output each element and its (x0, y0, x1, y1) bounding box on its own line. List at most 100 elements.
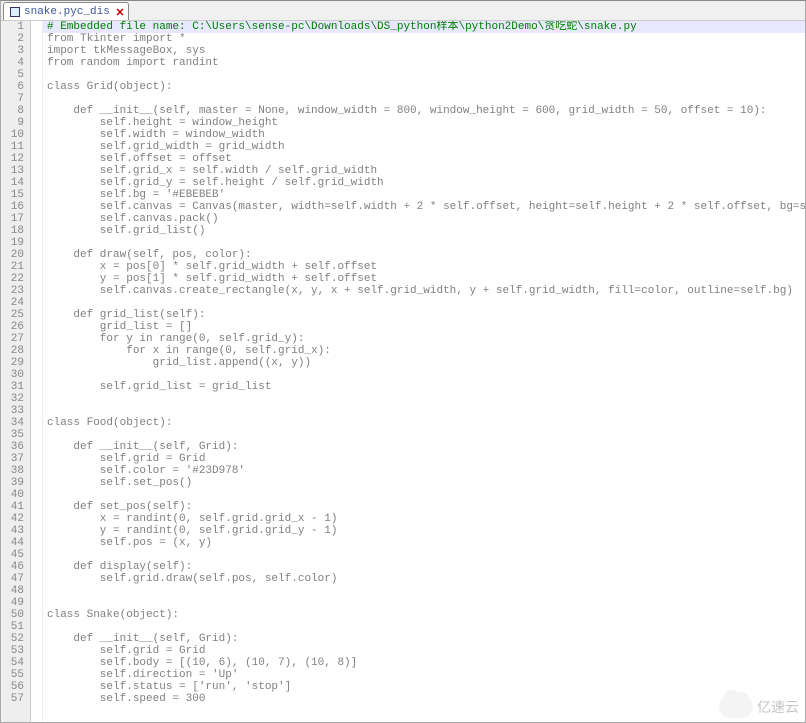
code-line[interactable] (43, 237, 805, 249)
code-line[interactable]: def grid_list(self): (43, 309, 805, 321)
fold-marker (31, 33, 42, 45)
code-line[interactable]: self.direction = 'Up' (43, 669, 805, 681)
fold-marker (31, 117, 42, 129)
code-line[interactable] (43, 69, 805, 81)
code-line[interactable]: from Tkinter import * (43, 33, 805, 45)
line-number: 49 (1, 597, 26, 609)
code-line[interactable]: # Embedded file name: C:\Users\sense-pc\… (43, 21, 805, 33)
code-line[interactable] (43, 393, 805, 405)
code-line[interactable]: import tkMessageBox, sys (43, 45, 805, 57)
line-number: 27 (1, 333, 26, 345)
code-line[interactable] (43, 597, 805, 609)
fold-marker (31, 189, 42, 201)
code-line[interactable]: self.width = window_width (43, 129, 805, 141)
code-line[interactable]: self.grid_list = grid_list (43, 381, 805, 393)
code-line[interactable] (43, 369, 805, 381)
fold-marker (31, 513, 42, 525)
code-line[interactable]: self.bg = '#EBEBEB' (43, 189, 805, 201)
line-number: 18 (1, 225, 26, 237)
code-line[interactable] (43, 489, 805, 501)
line-number: 38 (1, 465, 26, 477)
fold-marker (31, 225, 42, 237)
fold-marker (31, 141, 42, 153)
line-number: 13 (1, 165, 26, 177)
code-line[interactable] (43, 621, 805, 633)
code-line[interactable]: self.pos = (x, y) (43, 537, 805, 549)
line-number: 56 (1, 681, 26, 693)
code-line[interactable]: def __init__(self, Grid): (43, 633, 805, 645)
fold-marker (31, 249, 42, 261)
code-line[interactable]: x = pos[0] * self.grid_width + self.offs… (43, 261, 805, 273)
code-line[interactable]: from random import randint (43, 57, 805, 69)
code-line[interactable] (43, 585, 805, 597)
code-area[interactable]: # Embedded file name: C:\Users\sense-pc\… (43, 21, 805, 722)
code-line[interactable] (43, 429, 805, 441)
code-line[interactable]: def __init__(self, master = None, window… (43, 105, 805, 117)
fold-marker (31, 105, 42, 117)
code-line[interactable]: class Grid(object): (43, 81, 805, 93)
code-line[interactable]: grid_list = [] (43, 321, 805, 333)
code-line[interactable]: self.canvas = Canvas(master, width=self.… (43, 201, 805, 213)
fold-marker (31, 237, 42, 249)
code-line[interactable]: self.offset = offset (43, 153, 805, 165)
line-number: 15 (1, 189, 26, 201)
fold-marker (31, 345, 42, 357)
fold-marker (31, 441, 42, 453)
code-line[interactable] (43, 93, 805, 105)
code-line[interactable]: for y in range(0, self.grid_y): (43, 333, 805, 345)
line-number: 52 (1, 633, 26, 645)
code-line[interactable]: self.speed = 300 (43, 693, 805, 705)
code-line[interactable]: self.grid.draw(self.pos, self.color) (43, 573, 805, 585)
code-line[interactable]: self.status = ['run', 'stop'] (43, 681, 805, 693)
code-line[interactable]: y = pos[1] * self.grid_width + self.offs… (43, 273, 805, 285)
code-line[interactable] (43, 405, 805, 417)
fold-marker (31, 489, 42, 501)
code-line[interactable]: self.canvas.create_rectangle(x, y, x + s… (43, 285, 805, 297)
line-number: 48 (1, 585, 26, 597)
code-line[interactable]: self.grid = Grid (43, 645, 805, 657)
fold-marker (31, 621, 42, 633)
line-number: 40 (1, 489, 26, 501)
code-line[interactable]: def draw(self, pos, color): (43, 249, 805, 261)
code-line[interactable]: grid_list.append((x, y)) (43, 357, 805, 369)
code-line[interactable]: class Food(object): (43, 417, 805, 429)
code-line[interactable]: def set_pos(self): (43, 501, 805, 513)
code-line[interactable]: self.set_pos() (43, 477, 805, 489)
code-line[interactable]: self.grid = Grid (43, 453, 805, 465)
code-line[interactable]: self.body = [(10, 6), (10, 7), (10, 8)] (43, 657, 805, 669)
line-number: 44 (1, 537, 26, 549)
code-line[interactable]: for x in range(0, self.grid_x): (43, 345, 805, 357)
fold-marker (31, 537, 42, 549)
code-line[interactable]: y = randint(0, self.grid.grid_y - 1) (43, 525, 805, 537)
line-number: 28 (1, 345, 26, 357)
code-editor[interactable]: 1234567891011121314151617181920212223242… (1, 21, 805, 722)
fold-marker (31, 81, 42, 93)
code-line[interactable]: class Snake(object): (43, 609, 805, 621)
line-number: 36 (1, 441, 26, 453)
fold-marker (31, 501, 42, 513)
file-tab[interactable]: snake.pyc_dis (3, 2, 129, 20)
file-icon (10, 7, 20, 17)
code-line[interactable]: x = randint(0, self.grid.grid_x - 1) (43, 513, 805, 525)
code-line[interactable]: self.color = '#23D978' (43, 465, 805, 477)
line-number: 20 (1, 249, 26, 261)
fold-marker (31, 465, 42, 477)
line-number: 9 (1, 117, 26, 129)
code-line[interactable]: def __init__(self, Grid): (43, 441, 805, 453)
close-icon[interactable] (114, 6, 126, 18)
line-number: 39 (1, 477, 26, 489)
code-line[interactable] (43, 297, 805, 309)
line-number: 53 (1, 645, 26, 657)
code-line[interactable]: self.grid_x = self.width / self.grid_wid… (43, 165, 805, 177)
code-line[interactable]: self.grid_list() (43, 225, 805, 237)
code-line[interactable] (43, 549, 805, 561)
code-line[interactable]: self.height = window_height (43, 117, 805, 129)
code-line[interactable]: self.canvas.pack() (43, 213, 805, 225)
line-number: 21 (1, 261, 26, 273)
fold-marker (31, 561, 42, 573)
code-line[interactable]: self.grid_width = grid_width (43, 141, 805, 153)
fold-marker (31, 213, 42, 225)
code-line[interactable]: def display(self): (43, 561, 805, 573)
code-line[interactable]: self.grid_y = self.height / self.grid_wi… (43, 177, 805, 189)
tab-bar: snake.pyc_dis (1, 1, 805, 21)
